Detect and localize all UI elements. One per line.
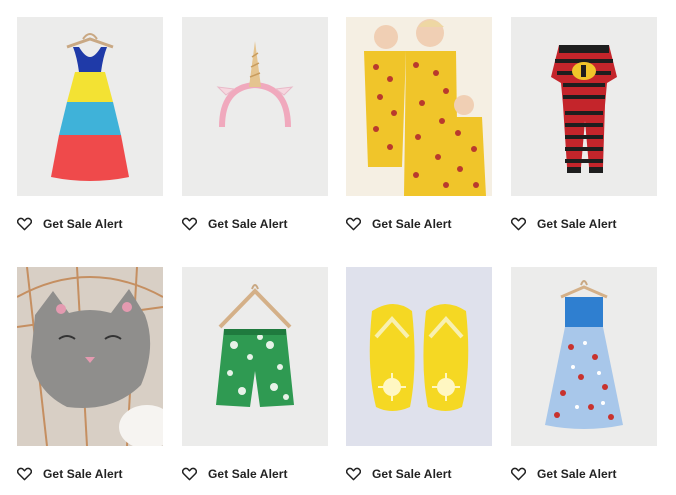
get-sale-alert-button[interactable]: Get Sale Alert xyxy=(17,217,123,231)
heart-icon xyxy=(182,217,197,231)
product-card: Get Sale Alert xyxy=(511,267,657,481)
get-sale-alert-button[interactable]: Get Sale Alert xyxy=(17,467,123,481)
get-sale-alert-label: Get Sale Alert xyxy=(537,217,617,231)
heart-icon xyxy=(511,467,526,481)
product-card: Get Sale Alert xyxy=(511,17,657,231)
get-sale-alert-label: Get Sale Alert xyxy=(372,217,452,231)
get-sale-alert-button[interactable]: Get Sale Alert xyxy=(346,467,452,481)
product-card: Get Sale Alert xyxy=(17,17,163,231)
product-image-unicorn-headband[interactable] xyxy=(182,17,328,196)
product-card: Get Sale Alert xyxy=(182,267,328,481)
get-sale-alert-button[interactable]: Get Sale Alert xyxy=(346,217,452,231)
product-image-ladybug-tulle-dress[interactable] xyxy=(511,267,657,446)
product-image-gray-cat-pillow[interactable] xyxy=(17,267,163,446)
heart-icon xyxy=(346,217,361,231)
product-card: Get Sale Alert xyxy=(346,267,492,481)
product-image-tiered-rainbow-dress[interactable] xyxy=(17,17,163,196)
product-card: Get Sale Alert xyxy=(182,17,328,231)
get-sale-alert-label: Get Sale Alert xyxy=(43,217,123,231)
product-image-palm-print-swim-trunks[interactable] xyxy=(182,267,328,446)
product-card: Get Sale Alert xyxy=(17,267,163,481)
get-sale-alert-button[interactable]: Get Sale Alert xyxy=(511,467,617,481)
heart-icon xyxy=(511,217,526,231)
product-image-ladybug-family-pajamas[interactable] xyxy=(346,17,492,196)
get-sale-alert-label: Get Sale Alert xyxy=(208,467,288,481)
product-image-yellow-sun-flip-flops[interactable] xyxy=(346,267,492,446)
heart-icon xyxy=(182,467,197,481)
heart-icon xyxy=(17,217,32,231)
get-sale-alert-button[interactable]: Get Sale Alert xyxy=(511,217,617,231)
product-image-incredibles-striped-pajamas[interactable] xyxy=(511,17,657,196)
get-sale-alert-label: Get Sale Alert xyxy=(372,467,452,481)
product-grid: Get Sale Alert Get Sale Alert Get Sale A… xyxy=(0,0,676,495)
heart-icon xyxy=(346,467,361,481)
heart-icon xyxy=(17,467,32,481)
get-sale-alert-button[interactable]: Get Sale Alert xyxy=(182,467,288,481)
get-sale-alert-label: Get Sale Alert xyxy=(43,467,123,481)
get-sale-alert-label: Get Sale Alert xyxy=(208,217,288,231)
product-card: Get Sale Alert xyxy=(346,17,492,231)
get-sale-alert-button[interactable]: Get Sale Alert xyxy=(182,217,288,231)
get-sale-alert-label: Get Sale Alert xyxy=(537,467,617,481)
